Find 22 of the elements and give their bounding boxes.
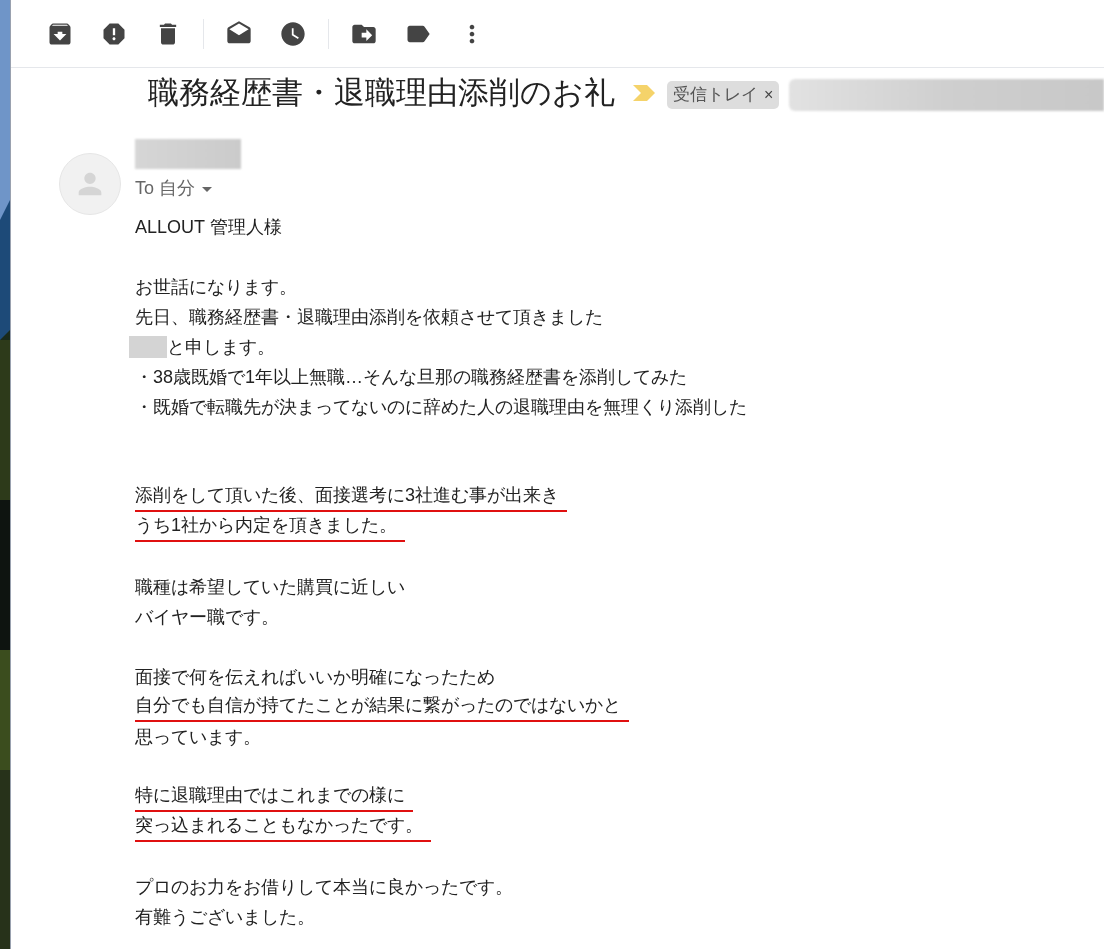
body-text: 特に退職理由ではこれまでの様に bbox=[135, 782, 413, 812]
body-text: 先日、職務経歴書・退職理由添削を依頼させて頂きました bbox=[135, 305, 603, 329]
body-text: 思っています。 bbox=[135, 725, 261, 749]
body-text: お世話になります。 bbox=[135, 275, 297, 299]
email-subject: 職務経歴書・退職理由添削のお礼 bbox=[148, 73, 615, 112]
body-text: プロのお力をお借りして本当に良かったです。 bbox=[135, 875, 513, 899]
body-text: と申します。 bbox=[167, 335, 275, 359]
body-text: 面接で何を伝えればいいか明確になったため bbox=[135, 665, 495, 689]
body-text: 職種は希望していた購買に近しい bbox=[135, 575, 405, 599]
recipient-text: To 自分 bbox=[135, 177, 195, 200]
label-chip[interactable]: 受信トレイ × bbox=[667, 81, 780, 109]
body-text: ALLOUT 管理人様 bbox=[135, 215, 282, 239]
body-text: 突っ込まれることもなかったです。 bbox=[135, 812, 431, 842]
body-text: ・既婚で転職先が決まってないのに辞めた人の退職理由を無理くり添削した bbox=[135, 395, 747, 419]
body-text: 添削をして頂いた後、面接選考に3社進む事が出来き bbox=[135, 482, 567, 512]
body-text: ・38歳既婚で1年以上無職…そんな旦那の職務経歴書を添削してみた bbox=[135, 365, 688, 389]
importance-marker-icon[interactable] bbox=[631, 84, 657, 102]
body-text: バイヤー職です。 bbox=[135, 605, 279, 629]
body-text: うち1社から内定を頂きました。 bbox=[135, 512, 405, 542]
body-text: 有難うございました。 bbox=[135, 905, 315, 929]
remove-label-button[interactable]: × bbox=[764, 83, 774, 107]
body-text: 自分でも自信が持てたことが結果に繋がったのではないかと bbox=[135, 692, 629, 722]
